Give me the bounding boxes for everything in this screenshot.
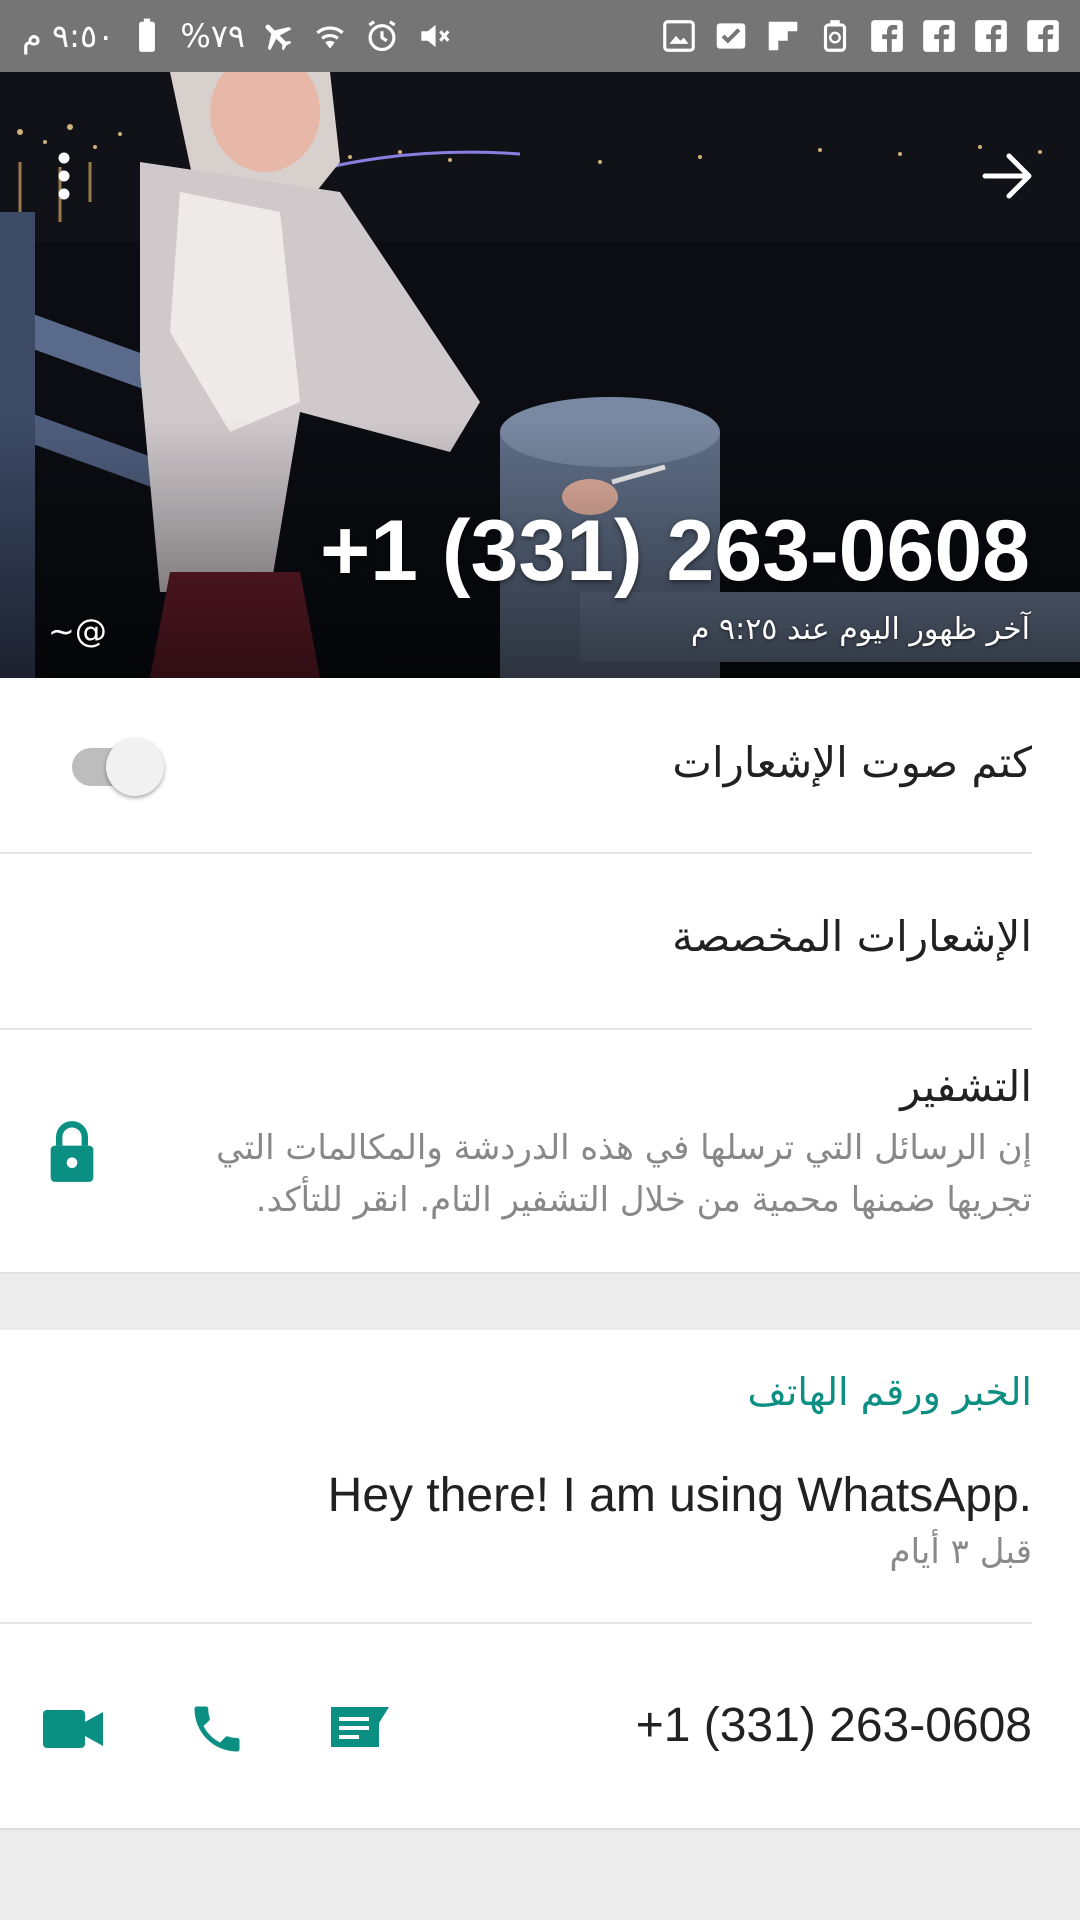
about-section-header: الخبر ورقم الهاتف — [747, 1370, 1032, 1414]
phone-icon — [194, 1706, 240, 1752]
recycle-icon — [816, 17, 854, 55]
status-bar: ٩:٥٠ م %٧٩ — [0, 0, 1080, 72]
video-call-button[interactable] — [36, 1696, 110, 1762]
facebook-icon — [868, 17, 906, 55]
mute-notifications-label: كتم صوت الإشعارات — [672, 738, 1032, 787]
message-button[interactable] — [322, 1696, 398, 1762]
alarm-icon — [363, 17, 401, 55]
contact-name: +1 (331) 263-0608 — [319, 503, 1030, 599]
divider — [0, 1622, 1032, 1624]
status-bar-left: ٩:٥٠ م %٧٩ — [22, 14, 453, 58]
mute-notifications-toggle[interactable] — [68, 728, 168, 798]
back-button[interactable] — [972, 124, 1044, 228]
mute-notifications-row[interactable]: كتم صوت الإشعارات — [0, 678, 1080, 854]
videocam-icon — [43, 1710, 103, 1748]
encryption-row[interactable]: التشفير إن الرسائل التي ترسلها في هذه ال… — [0, 1030, 1080, 1272]
status-bar-right — [660, 14, 1062, 58]
custom-notifications-row[interactable]: الإشعارات المخصصة — [0, 854, 1080, 1030]
section-separator — [0, 1272, 1080, 1330]
status-time: ٩:٥٠ م — [22, 17, 115, 55]
settings-card: كتم صوت الإشعارات الإشعارات المخصصة التش… — [0, 678, 1080, 1272]
battery-percentage: %٧٩ — [180, 17, 246, 55]
more-options-button[interactable] — [44, 124, 84, 228]
message-icon — [331, 1707, 389, 1747]
username-text: ~@ — [48, 612, 107, 650]
about-status-time: قبل ٣ أيام — [889, 1532, 1032, 1572]
checkbox-icon — [712, 17, 750, 55]
encryption-description: إن الرسائل التي ترسلها في هذه الدردشة وا… — [216, 1128, 1032, 1220]
phone-number[interactable]: +1 (331) 263-0608 — [636, 1698, 1032, 1753]
facebook-icon — [972, 17, 1010, 55]
custom-notifications-label: الإشعارات المخصصة — [672, 912, 1032, 961]
battery-icon — [128, 17, 166, 55]
bottom-separator — [0, 1828, 1080, 1920]
wifi-icon — [311, 17, 349, 55]
contact-header: +1 (331) 263-0608 آخر ظهور اليوم عند ٩:٢… — [0, 72, 1080, 678]
gallery-icon — [660, 17, 698, 55]
arrow-back-icon — [982, 153, 1032, 199]
last-seen-text: آخر ظهور اليوم عند ٩:٢٥ م — [690, 612, 1030, 647]
encryption-title: التشفير — [900, 1062, 1032, 1111]
facebook-icon — [1024, 17, 1062, 55]
about-status-text[interactable]: Hey there! I am using WhatsApp. — [328, 1468, 1032, 1523]
toggle-thumb — [106, 738, 164, 796]
facebook-icon — [920, 17, 958, 55]
lock-icon — [50, 1121, 94, 1182]
mute-icon — [415, 17, 453, 55]
flipboard-icon — [764, 17, 802, 55]
voice-call-button[interactable] — [180, 1692, 254, 1766]
more-vertical-icon — [58, 152, 70, 200]
airplane-icon — [259, 17, 297, 55]
